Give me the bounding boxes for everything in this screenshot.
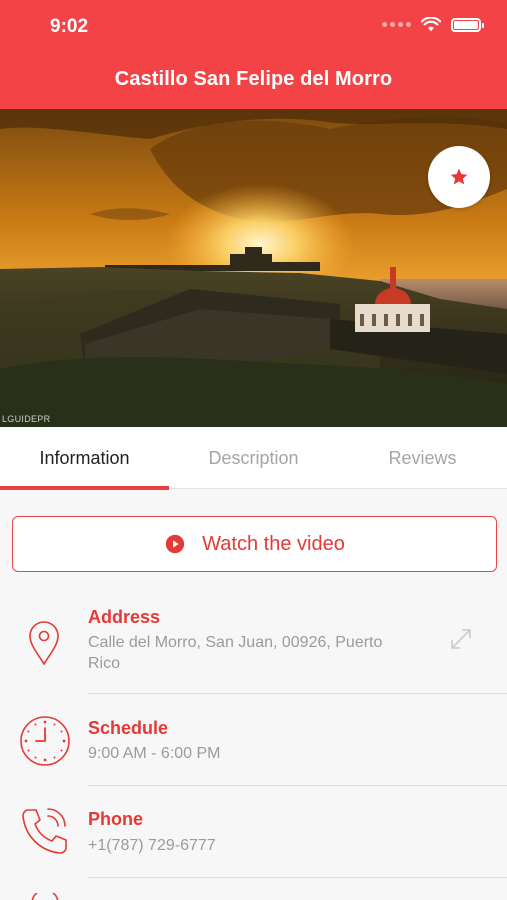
schedule-row: Schedule 9:00 AM - 6:00 PM [0, 694, 507, 786]
fortress-sunset-photo [0, 109, 507, 427]
schedule-label: Schedule [88, 718, 169, 738]
watch-video-label: Watch the video [202, 532, 345, 555]
battery-icon [451, 17, 484, 32]
location-pin-icon [29, 621, 59, 666]
cellular-signal-icon [382, 22, 411, 27]
tab-reviews[interactable]: Reviews [338, 427, 507, 489]
photo-watermark: LGUIDEPR [2, 414, 51, 424]
hero-image: LGUIDEPR [0, 109, 507, 427]
status-icons [382, 17, 484, 32]
address-label: Address [88, 607, 161, 627]
phone-label: Phone [88, 809, 144, 829]
star-icon [450, 168, 468, 185]
phone-row[interactable]: Phone +1(787) 729-6777 [0, 786, 507, 878]
status-time: 9:02 [50, 16, 89, 37]
status-bar: 9:02 [0, 0, 507, 56]
address-value: Calle del Morro, San Juan, 00926, Puerto… [88, 634, 383, 672]
address-row[interactable]: Address Calle del Morro, San Juan, 00926… [0, 598, 507, 694]
next-row-icon [31, 893, 59, 900]
expand-icon[interactable] [449, 627, 473, 651]
phone-icon [22, 808, 67, 854]
clock-icon [20, 716, 70, 766]
navigation-header: 9:02 Castillo San Felipe del Morro [0, 0, 507, 109]
wifi-icon [421, 17, 441, 32]
page-title: Castillo San Felipe del Morro [114, 68, 393, 90]
play-circle-icon [165, 534, 185, 554]
favorite-button[interactable] [428, 146, 490, 208]
divider [88, 877, 507, 878]
tab-bar: Information Description Reviews [0, 427, 507, 490]
phone-value: +1(787) 729-6777 [88, 837, 216, 854]
tab-information[interactable]: Information [0, 427, 169, 490]
watch-video-button[interactable]: Watch the video [12, 516, 497, 572]
tab-description[interactable]: Description [169, 427, 338, 489]
schedule-value: 9:00 AM - 6:00 PM [88, 745, 221, 762]
